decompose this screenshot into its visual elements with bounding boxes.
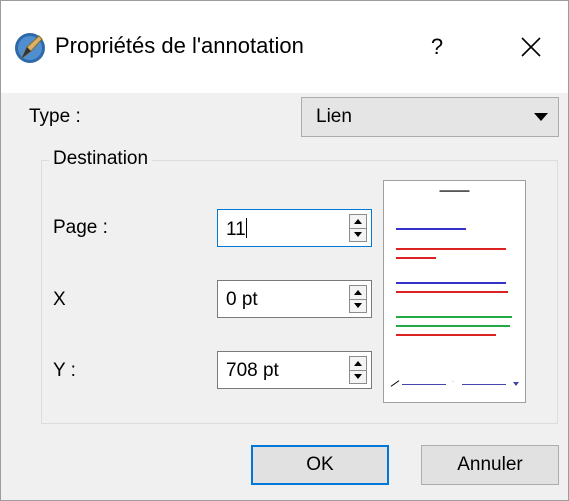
y-stepper <box>349 356 367 384</box>
x-spinbox[interactable]: 0 pt <box>217 280 372 318</box>
page-increment-button[interactable] <box>350 215 366 229</box>
preview-text-line <box>396 257 436 259</box>
preview-text-line <box>396 334 496 336</box>
preview-text-line <box>396 248 506 250</box>
preview-text-line <box>396 325 510 327</box>
cancel-button[interactable]: Annuler <box>421 445 559 485</box>
preview-footer-line <box>462 384 506 385</box>
title-bar: Propriétés de l'annotation ? <box>1 1 568 93</box>
close-icon <box>521 37 541 57</box>
ok-button[interactable]: OK <box>251 445 389 485</box>
text-caret <box>245 218 247 238</box>
preview-corner-mark <box>513 382 519 386</box>
page-stepper <box>349 214 367 242</box>
preview-heading-mark: ▬▬▬▬▬ <box>439 188 470 194</box>
dialog-title: Propriétés de l'annotation <box>55 33 304 58</box>
type-select-value: Lien <box>316 106 352 127</box>
destination-group-title: Destination <box>49 148 153 170</box>
close-button[interactable] <box>509 23 553 71</box>
page-decrement-button[interactable] <box>350 228 366 241</box>
preview-footer-line <box>402 384 446 385</box>
page-spinbox[interactable]: 11 <box>217 209 372 247</box>
type-select[interactable]: Lien <box>301 97 559 137</box>
y-decrement-button[interactable] <box>350 370 366 383</box>
y-increment-button[interactable] <box>350 357 366 371</box>
preview-text-line <box>396 282 506 284</box>
preview-text-line <box>396 291 508 293</box>
preview-page-number-mark: · <box>452 379 454 385</box>
type-label: Type : <box>29 106 81 127</box>
page-preview-thumbnail[interactable]: ▬▬▬▬▬ · <box>383 180 526 403</box>
x-increment-button[interactable] <box>350 286 366 300</box>
chevron-down-icon <box>534 113 548 121</box>
preview-text-line <box>396 228 466 230</box>
x-stepper <box>349 285 367 313</box>
y-input-value: 708 pt <box>226 360 279 381</box>
page-input-value: 11 <box>226 219 246 240</box>
app-logo-icon <box>15 33 45 63</box>
x-decrement-button[interactable] <box>350 299 366 312</box>
help-button[interactable]: ? <box>415 23 459 71</box>
preview-cursor-mark <box>390 380 400 387</box>
x-input-value: 0 pt <box>226 289 258 310</box>
y-label: Y : <box>53 360 76 381</box>
preview-text-line <box>396 316 512 318</box>
annotation-properties-dialog: Propriétés de l'annotation ? Type : Lien… <box>0 0 569 501</box>
x-label: X <box>53 289 66 310</box>
y-spinbox[interactable]: 708 pt <box>217 351 372 389</box>
page-label: Page : <box>53 217 108 238</box>
